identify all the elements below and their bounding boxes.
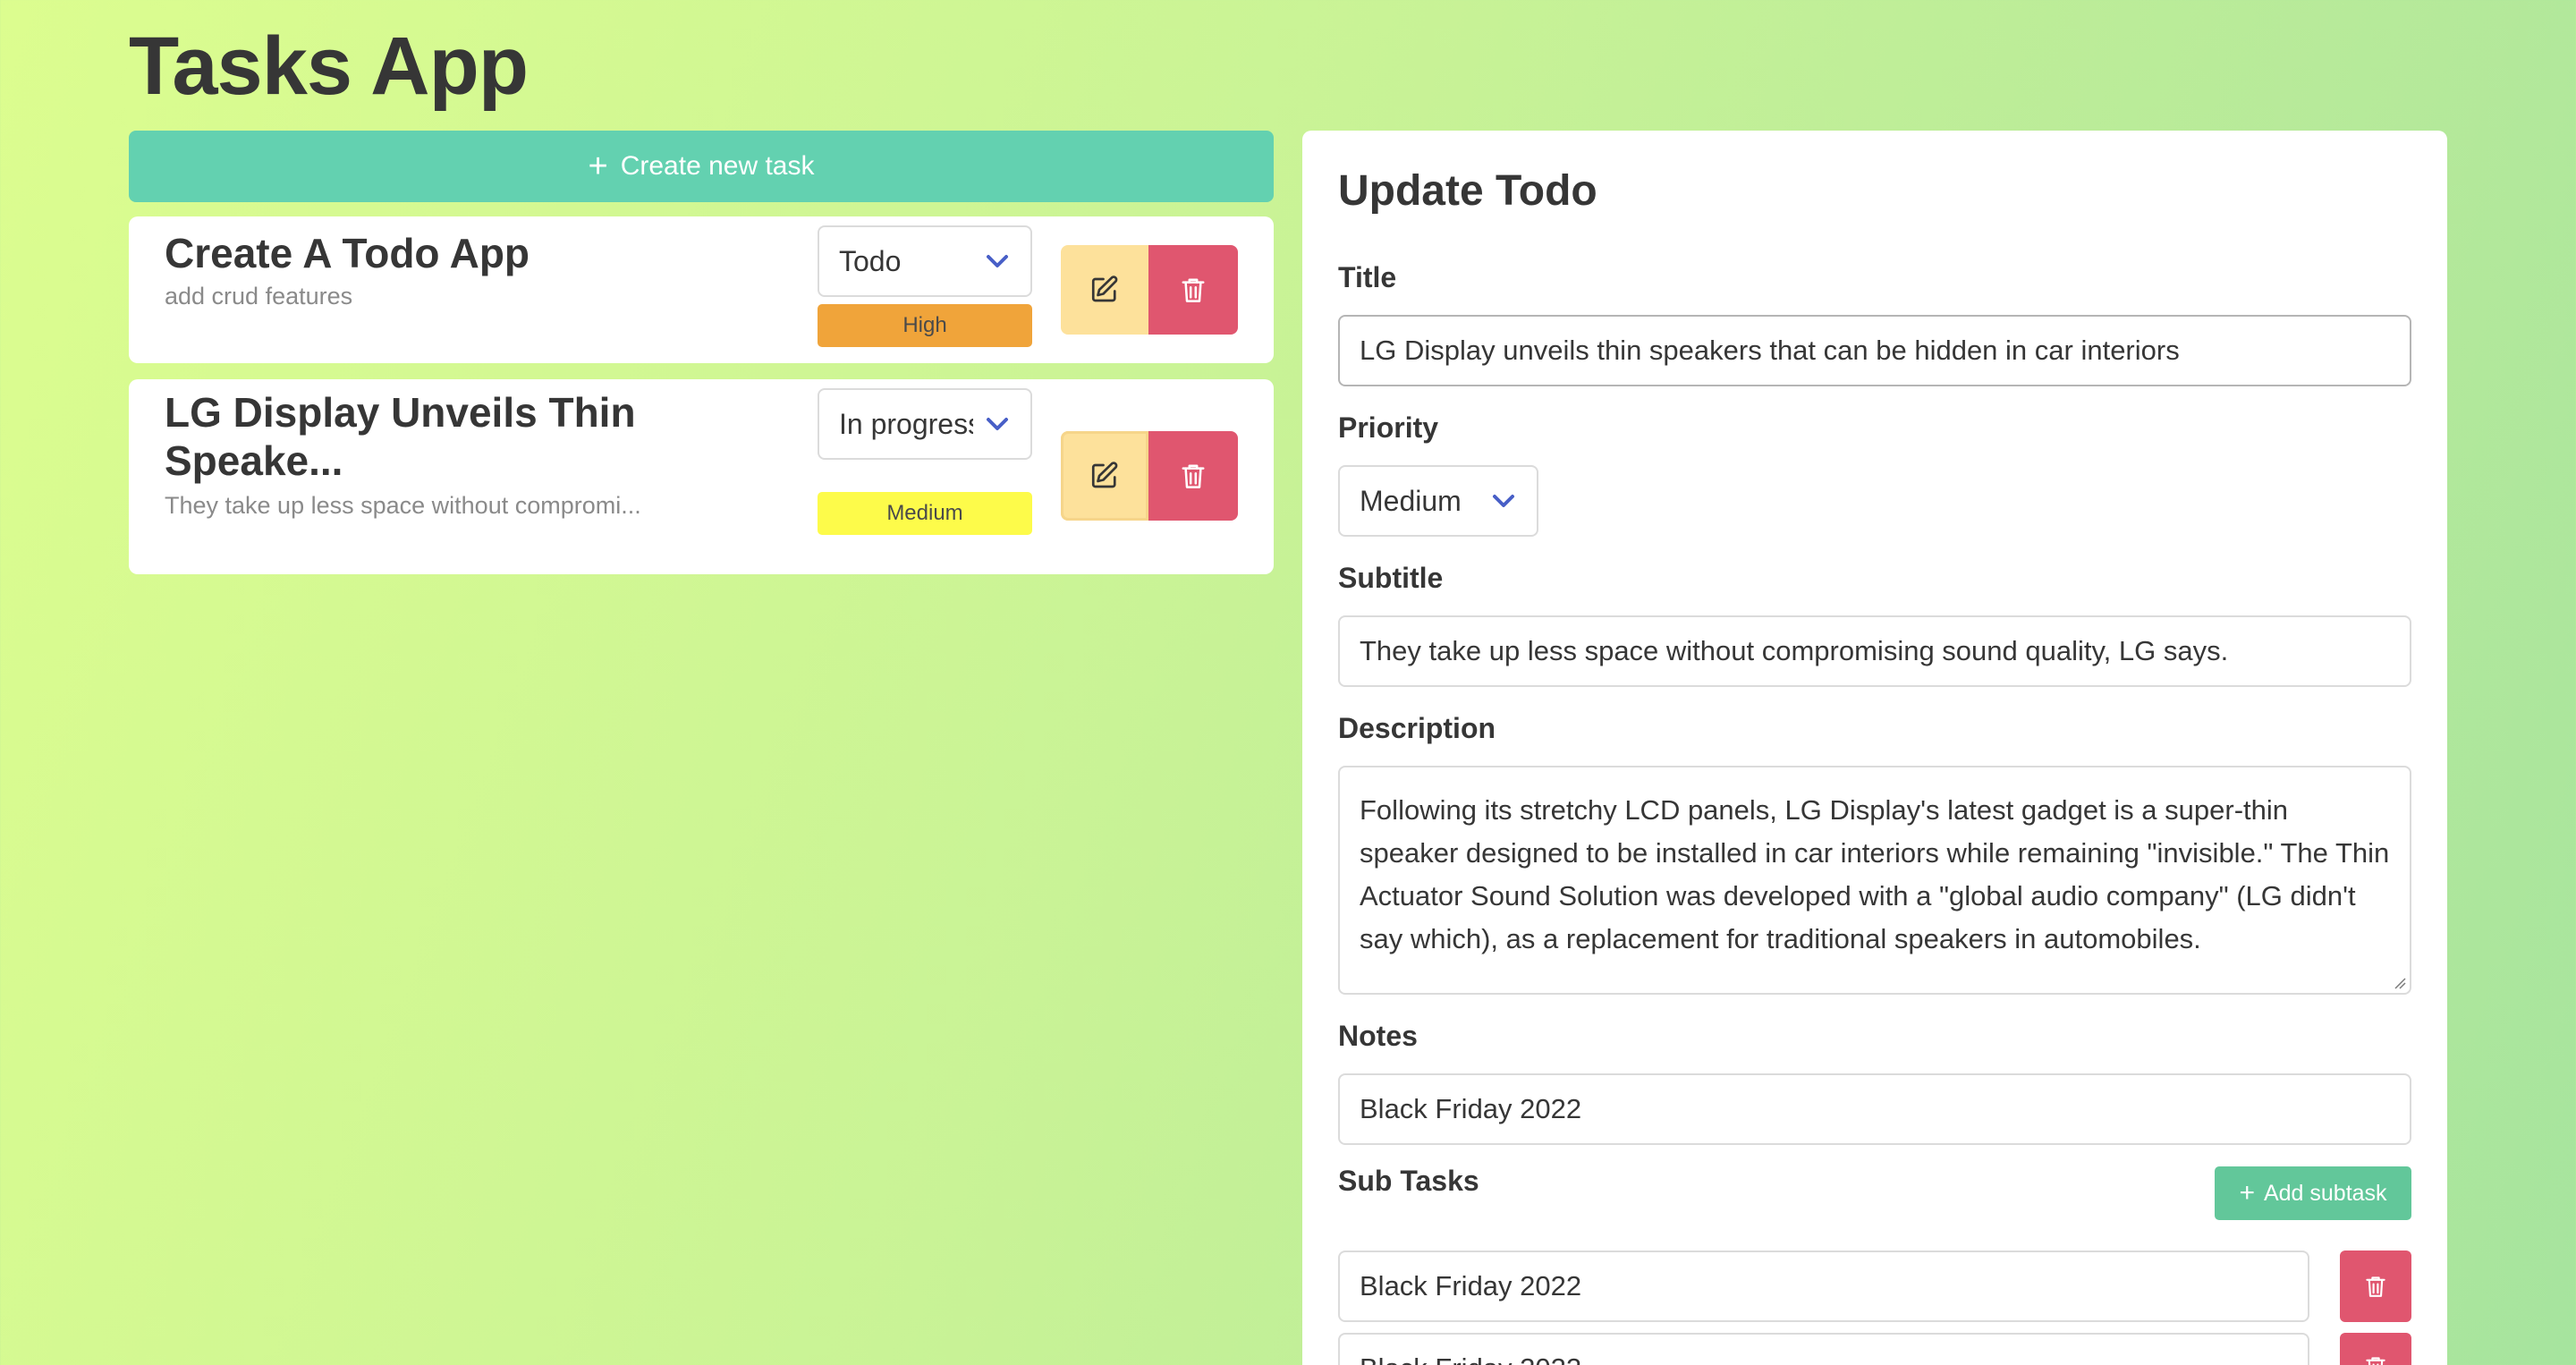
notes-input[interactable]: Black Friday 2022 xyxy=(1338,1073,2411,1145)
subtitle-label: Subtitle xyxy=(1338,562,1444,594)
edit-icon xyxy=(1091,462,1118,488)
update-todo-panel: Update Todo Title LG Display unveils thi… xyxy=(1302,131,2447,1365)
delete-button[interactable] xyxy=(1148,245,1238,335)
chevron-down-icon xyxy=(987,255,1008,267)
task-card[interactable]: Create A Todo App add crud features Todo… xyxy=(129,216,1274,363)
priority-badge: High xyxy=(818,304,1032,347)
status-select-value: Todo xyxy=(839,244,902,277)
description-textarea[interactable]: Following its stretchy LCD panels, LG Di… xyxy=(1338,766,2411,995)
plus-icon: + xyxy=(2239,1178,2255,1208)
delete-subtask-button[interactable] xyxy=(2340,1251,2411,1322)
task-actions xyxy=(1061,245,1238,335)
priority-badge: Medium xyxy=(818,492,1032,535)
trash-icon xyxy=(1182,464,1205,488)
app-title: Tasks App xyxy=(129,21,529,112)
chevron-down-icon xyxy=(1493,495,1514,507)
edit-button[interactable] xyxy=(1061,245,1148,335)
resize-grip-icon[interactable] xyxy=(2392,975,2406,989)
subtasks-label: Sub Tasks xyxy=(1338,1165,1479,1197)
edit-button[interactable] xyxy=(1061,431,1148,521)
status-select-value: In progress xyxy=(839,407,973,440)
title-input[interactable]: LG Display unveils thin speakers that ca… xyxy=(1338,315,2411,386)
plus-icon: + xyxy=(588,148,608,185)
notes-label: Notes xyxy=(1338,1020,1418,1052)
subtask-input[interactable]: Black Friday 2022 xyxy=(1338,1251,2309,1322)
subtitle-input[interactable]: They take up less space without compromi… xyxy=(1338,615,2411,687)
delete-subtask-button[interactable] xyxy=(2340,1333,2411,1365)
delete-button[interactable] xyxy=(1148,431,1238,521)
task-title: Create A Todo App xyxy=(165,230,530,276)
priority-select-value: Medium xyxy=(1360,484,1462,517)
description-label: Description xyxy=(1338,712,1496,744)
task-card[interactable]: LG Display Unveils Thin Speake... They t… xyxy=(129,379,1274,574)
create-task-button[interactable]: + Create new task xyxy=(129,131,1274,202)
trash-icon xyxy=(2366,1276,2385,1297)
description-text: Following its stretchy LCD panels, LG Di… xyxy=(1360,794,2390,954)
create-task-label: Create new task xyxy=(620,151,815,181)
edit-icon xyxy=(1091,276,1118,302)
task-subtitle: They take up less space without compromi… xyxy=(165,492,641,519)
add-subtask-button[interactable]: + Add subtask xyxy=(2215,1166,2411,1220)
priority-select[interactable]: Medium xyxy=(1338,465,1538,537)
trash-icon xyxy=(2366,1357,2385,1365)
title-label: Title xyxy=(1338,261,1397,293)
status-select[interactable]: Todo xyxy=(818,225,1032,297)
subtask-input[interactable]: Black Friday 2022 xyxy=(1338,1333,2309,1365)
trash-icon xyxy=(1182,278,1205,302)
task-subtitle: add crud features xyxy=(165,283,353,309)
chevron-down-icon xyxy=(987,418,1008,430)
panel-heading: Update Todo xyxy=(1338,167,1597,215)
task-actions xyxy=(1061,431,1238,521)
priority-label: Priority xyxy=(1338,411,1439,444)
status-select[interactable]: In progress xyxy=(818,388,1032,460)
task-title: LG Display Unveils Thin Speake... xyxy=(165,389,636,484)
add-subtask-label: Add subtask xyxy=(2263,1180,2387,1206)
